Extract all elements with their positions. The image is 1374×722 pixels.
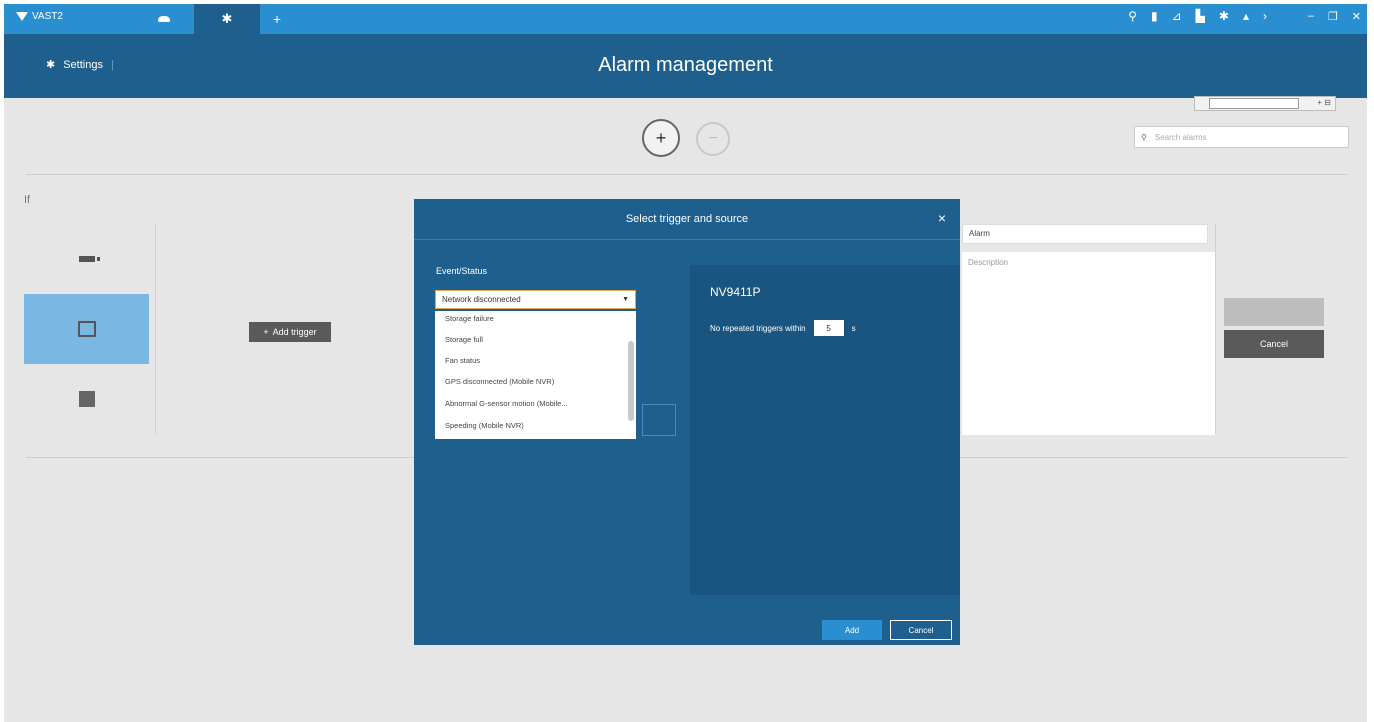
user-icon[interactable]: ▙: [1196, 9, 1205, 23]
alarm-description-input[interactable]: Description: [962, 252, 1215, 435]
option-gps-disconnected[interactable]: GPS disconnected (Mobile NVR): [445, 374, 554, 390]
no-repeat-label: No repeated triggers within: [710, 323, 806, 333]
dialog-add-button[interactable]: Add: [822, 620, 882, 640]
event-status-label: Event/Status: [436, 266, 488, 276]
chevron-down-icon: ▼: [622, 296, 629, 303]
search-icon: ⚲: [1141, 132, 1147, 142]
book-icon[interactable]: ▮: [1151, 9, 1158, 23]
trigger-type-nvr[interactable]: [24, 294, 149, 364]
gear-icon: ✱: [221, 11, 233, 26]
close-button[interactable]: ✕: [1352, 10, 1361, 23]
options-scrollbar[interactable]: [628, 341, 634, 421]
maximize-button[interactable]: ❐: [1328, 10, 1338, 23]
alarm-name-input[interactable]: Alarm: [962, 224, 1208, 244]
device-panel: NV9411P No repeated triggers within 5 s: [690, 265, 960, 595]
device-name: NV9411P: [710, 285, 761, 299]
add-trigger-button[interactable]: + Add trigger: [249, 322, 331, 342]
option-g-sensor[interactable]: Abnormal G-sensor motion (Mobile...: [445, 396, 568, 412]
if-label: If: [24, 194, 31, 206]
remove-alarm-button[interactable]: −: [696, 122, 730, 156]
source-box: [642, 404, 676, 436]
form-cancel-button[interactable]: Cancel: [1224, 330, 1324, 358]
no-repeat-row: No repeated triggers within 5 s: [710, 320, 856, 336]
option-speeding[interactable]: Speeding (Mobile NVR): [445, 418, 524, 434]
tab-settings[interactable]: ✱: [194, 4, 260, 34]
app-window: VAST2 ✱ + ⚲ ▮ ⊿ ▙ ✱ ▴ › – ❐ ✕ ✱ Settings…: [4, 4, 1367, 722]
event-status-options: Storage failure Storage full Fan status …: [435, 311, 636, 439]
mini-dropdown-field[interactable]: [1209, 98, 1299, 109]
left-column-divider: [155, 224, 156, 434]
option-storage-failure[interactable]: Storage failure: [445, 311, 494, 327]
select-trigger-dialog: Select trigger and source × Event/Status…: [414, 199, 960, 645]
add-alarm-button[interactable]: +: [642, 119, 680, 157]
dialog-divider: [414, 239, 960, 240]
window-controls: – ❐ ✕: [1308, 10, 1361, 23]
system-icon: [78, 391, 95, 407]
tab-live[interactable]: [139, 4, 189, 34]
new-tab-button[interactable]: +: [262, 4, 292, 34]
close-icon[interactable]: ×: [938, 210, 946, 226]
option-storage-full[interactable]: Storage full: [445, 332, 483, 348]
plus-icon: +: [263, 327, 269, 337]
plus-icon: +: [272, 11, 282, 27]
divider-top: [26, 174, 1348, 175]
gear-icon[interactable]: ✱: [1219, 9, 1229, 23]
alert-icon[interactable]: ▴: [1243, 9, 1249, 23]
camera-icon: [78, 256, 100, 262]
nvr-icon: [77, 321, 96, 337]
trigger-type-camera[interactable]: [24, 224, 149, 294]
selected-event: Network disconnected: [442, 295, 521, 304]
event-status-select[interactable]: Network disconnected ▼: [435, 290, 636, 309]
right-column-divider: [1215, 224, 1216, 434]
dialog-cancel-button[interactable]: Cancel: [890, 620, 952, 640]
minus-icon: −: [708, 130, 718, 147]
search-placeholder: Search alarms: [1154, 132, 1207, 142]
no-repeat-input[interactable]: 5: [813, 320, 844, 336]
option-fan-status[interactable]: Fan status: [445, 353, 480, 369]
mini-dropdown-controls[interactable]: + ⊟: [1317, 98, 1331, 107]
search-input[interactable]: ⚲ Search alarms: [1134, 126, 1349, 148]
mini-dropdown[interactable]: + ⊟: [1194, 96, 1336, 111]
cloud-icon: [158, 16, 170, 22]
page-title: Alarm management: [598, 54, 773, 76]
chart-icon[interactable]: ⊿: [1172, 9, 1182, 23]
brand-menu[interactable]: VAST2: [16, 11, 63, 22]
minimize-button[interactable]: –: [1308, 10, 1314, 23]
dialog-title: Select trigger and source: [625, 213, 749, 225]
top-bar: VAST2 ✱ + ⚲ ▮ ⊿ ▙ ✱ ▴ › – ❐ ✕: [4, 4, 1367, 34]
no-repeat-unit: s: [851, 323, 856, 333]
add-trigger-label: Add trigger: [272, 327, 317, 337]
brand-label: VAST2: [32, 11, 63, 22]
link-icon[interactable]: ⚲: [1128, 9, 1137, 23]
top-tools: ⚲ ▮ ⊿ ▙ ✱ ▴ ›: [1128, 9, 1267, 23]
chevron-icon[interactable]: ›: [1263, 9, 1267, 23]
plus-icon: +: [655, 127, 667, 148]
trigger-type-system[interactable]: [24, 364, 149, 434]
page-header: ✱ Settings | Alarm management: [4, 34, 1367, 98]
brand-triangle-icon: [16, 12, 28, 21]
save-button-disabled[interactable]: [1224, 298, 1324, 326]
